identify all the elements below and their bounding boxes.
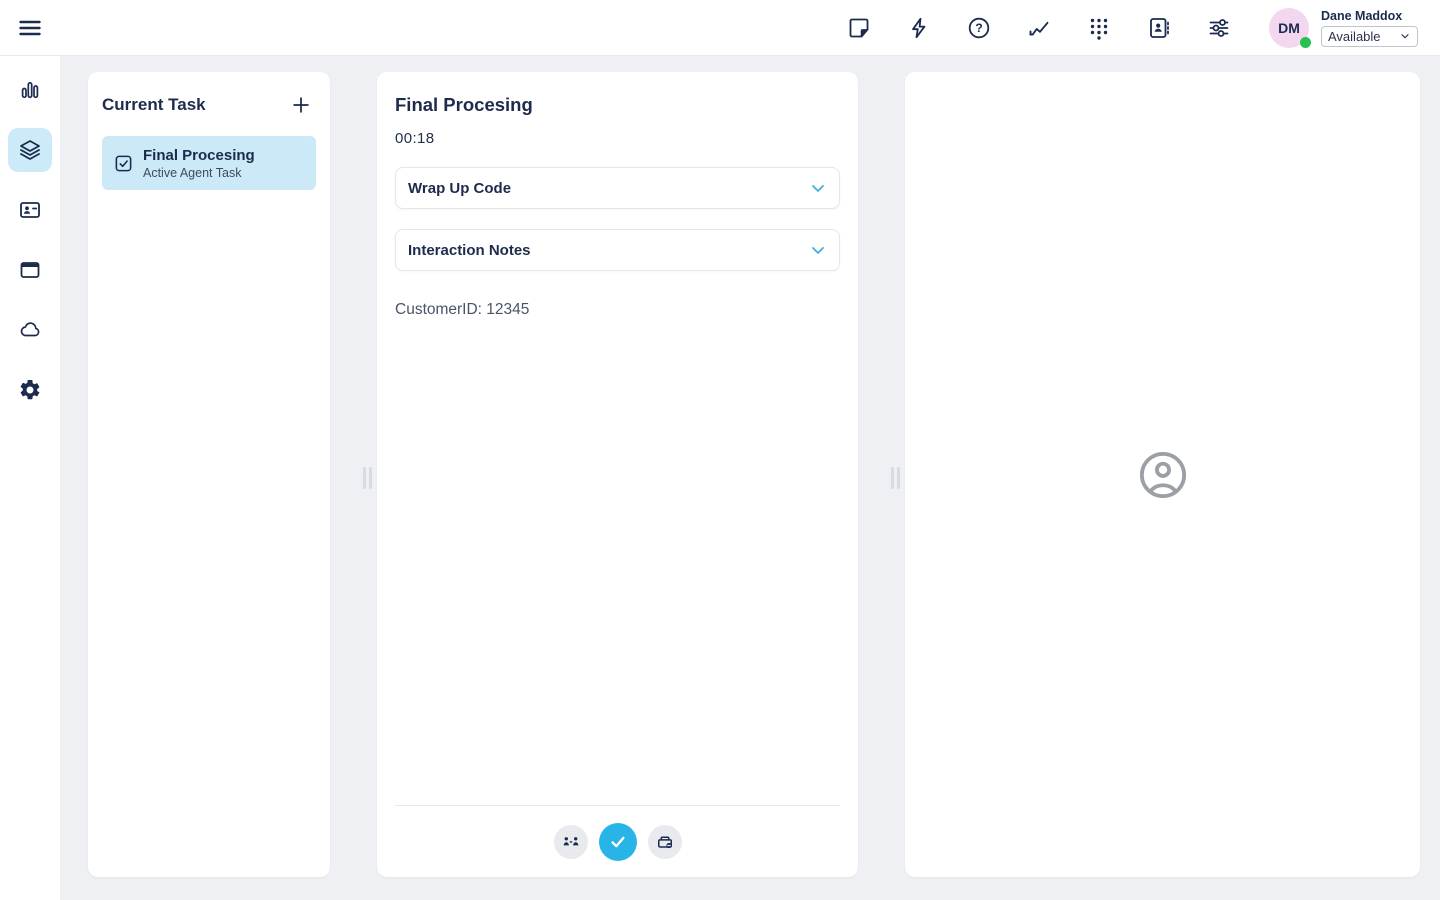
current-task-title: Current Task bbox=[102, 95, 206, 115]
notes-icon[interactable] bbox=[847, 16, 871, 40]
task-texts: Final Procesing Active Agent Task bbox=[143, 147, 255, 180]
cloud-icon bbox=[18, 318, 42, 342]
status-select-value: Available bbox=[1328, 29, 1381, 44]
customer-profile-panel bbox=[905, 72, 1420, 877]
topbar-icon-group: ? bbox=[847, 16, 1231, 40]
main-content: Current Task Final Procesing Active Agen… bbox=[60, 56, 1440, 900]
panel-resize-handle[interactable] bbox=[360, 465, 374, 491]
quick-actions-icon[interactable] bbox=[907, 16, 931, 40]
task-timer: 00:18 bbox=[395, 130, 840, 147]
directory-icon[interactable] bbox=[1147, 16, 1171, 40]
dialpad-icon[interactable] bbox=[1087, 16, 1111, 40]
task-action-bar bbox=[395, 805, 840, 877]
browser-window-icon bbox=[18, 258, 42, 282]
task-detail-title: Final Procesing bbox=[395, 94, 840, 116]
customer-id-text: CustomerID: 12345 bbox=[395, 301, 840, 319]
current-task-panel: Current Task Final Procesing Active Agen… bbox=[88, 72, 330, 877]
task-checkbox-icon bbox=[114, 154, 133, 173]
layers-icon bbox=[18, 138, 42, 162]
help-icon[interactable]: ? bbox=[967, 16, 991, 40]
transfer-task-button[interactable] bbox=[554, 825, 588, 859]
check-icon bbox=[608, 832, 628, 852]
sidebar-item-tasks[interactable] bbox=[8, 128, 52, 172]
park-box-icon bbox=[655, 832, 675, 852]
gear-icon bbox=[18, 378, 42, 402]
svg-text:?: ? bbox=[975, 21, 982, 35]
left-sidebar bbox=[0, 56, 60, 900]
task-item-subtitle: Active Agent Task bbox=[143, 166, 255, 180]
top-bar: ? bbox=[0, 0, 1440, 56]
sidebar-item-settings[interactable] bbox=[8, 368, 52, 412]
preferences-icon[interactable] bbox=[1207, 16, 1231, 40]
performance-icon[interactable] bbox=[1027, 16, 1051, 40]
plus-icon bbox=[290, 94, 312, 116]
task-item-title: Final Procesing bbox=[143, 147, 255, 164]
sidebar-item-apps[interactable] bbox=[8, 248, 52, 292]
park-task-button[interactable] bbox=[648, 825, 682, 859]
interaction-notes-accordion[interactable]: Interaction Notes bbox=[395, 229, 840, 271]
panel-resize-handle[interactable] bbox=[888, 465, 902, 491]
task-detail-panel: Final Procesing 00:18 Wrap Up Code Inter… bbox=[377, 72, 858, 877]
avatar-wrap: DM bbox=[1269, 8, 1309, 48]
sidebar-item-cloud[interactable] bbox=[8, 308, 52, 352]
user-block: DM Dane Maddox Available bbox=[1269, 8, 1418, 48]
sidebar-item-performance[interactable] bbox=[8, 68, 52, 112]
user-meta: Dane Maddox Available bbox=[1321, 9, 1418, 47]
wrap-up-code-accordion[interactable]: Wrap Up Code bbox=[395, 167, 840, 209]
contact-card-icon bbox=[18, 198, 42, 222]
chevron-down-icon bbox=[1399, 30, 1411, 42]
chevron-down-icon bbox=[807, 239, 829, 261]
complete-task-button[interactable] bbox=[599, 823, 637, 861]
add-task-button[interactable] bbox=[288, 92, 314, 118]
status-select[interactable]: Available bbox=[1321, 26, 1418, 47]
task-list-item[interactable]: Final Procesing Active Agent Task bbox=[102, 136, 316, 190]
current-task-header: Current Task bbox=[102, 92, 316, 118]
sidebar-item-contacts[interactable] bbox=[8, 188, 52, 232]
user-circle-placeholder-icon bbox=[1136, 448, 1190, 502]
chevron-down-icon bbox=[807, 177, 829, 199]
transfer-icon bbox=[561, 832, 581, 852]
bar-chart-icon bbox=[18, 78, 42, 102]
wrap-up-code-label: Wrap Up Code bbox=[408, 180, 511, 197]
hamburger-menu-icon[interactable] bbox=[16, 14, 44, 42]
status-dot bbox=[1300, 37, 1311, 48]
user-name: Dane Maddox bbox=[1321, 9, 1418, 23]
interaction-notes-label: Interaction Notes bbox=[408, 242, 531, 259]
